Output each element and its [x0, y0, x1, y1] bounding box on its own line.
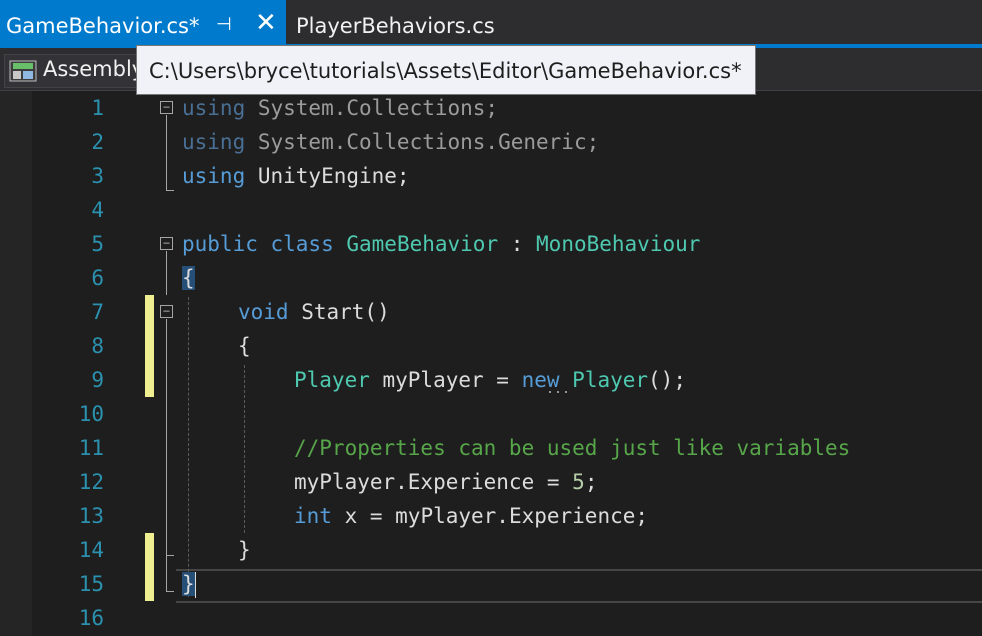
code-token: ; [584, 470, 598, 494]
line-number: 12 [78, 470, 104, 494]
indent-guide [244, 365, 245, 533]
code-token: myPlayer = [369, 368, 522, 392]
code-line: } [238, 533, 251, 567]
line-number: 13 [78, 504, 104, 528]
code-token: Start() [288, 300, 390, 324]
csharp-project-icon [9, 60, 37, 82]
indent-guide [188, 297, 189, 597]
code-line: myPlayer.Experience = 5; [294, 465, 597, 499]
line-number: 6 [91, 266, 104, 290]
code-token: System.Collections.Generic; [245, 130, 600, 154]
code-token: GameBehavior [346, 232, 499, 256]
code-token: 5 [572, 470, 585, 494]
line-number: 3 [91, 164, 104, 188]
line-number: 10 [78, 402, 104, 426]
suggestion-dots[interactable] [546, 391, 570, 393]
line-number: 5 [91, 232, 104, 256]
tab-label: PlayerBehaviors.cs [296, 14, 495, 38]
line-number: 7 [91, 300, 104, 324]
fold-guide [166, 591, 174, 592]
code-token: using [182, 164, 246, 188]
matched-brace: { [182, 266, 195, 290]
code-line: public class GameBehavior : MonoBehaviou… [182, 227, 700, 261]
close-icon[interactable]: ✕ [255, 3, 277, 43]
fold-guide [166, 251, 167, 295]
code-token: using [182, 130, 246, 154]
line-number: 9 [91, 368, 104, 392]
tab-playerbehaviors[interactable]: PlayerBehaviors.cs [296, 6, 495, 46]
change-marker [145, 533, 154, 601]
code-token: System.Collections; [245, 96, 499, 120]
code-token: new [521, 368, 560, 392]
code-token: MonoBehaviour [536, 232, 701, 256]
code-token: } [238, 538, 251, 562]
fold-guide [166, 319, 167, 591]
project-label: Assembly [43, 57, 145, 81]
code-token: void [238, 300, 289, 324]
code-token: myPlayer.Experience = [294, 470, 573, 494]
editor-margin [0, 91, 32, 636]
code-line: using UnityEngine; [182, 159, 410, 193]
code-line: //Properties can be used just like varia… [294, 431, 850, 465]
code-line: using System.Collections; [182, 91, 498, 125]
fold-guide [166, 555, 174, 556]
matched-brace: } [182, 572, 195, 596]
code-token: : [498, 232, 537, 256]
line-number: 4 [91, 198, 104, 222]
collapse-icon[interactable]: − [160, 101, 173, 114]
line-number: 14 [78, 538, 104, 562]
code-token: using [182, 96, 246, 120]
change-marker [145, 295, 154, 397]
code-line: } [182, 567, 196, 601]
text-cursor [194, 572, 196, 598]
tab-strip: GameBehavior.cs* ⊣ ✕ PlayerBehaviors.cs [0, 0, 982, 44]
fold-guide [166, 115, 167, 191]
code-line: using System.Collections.Generic; [182, 125, 599, 159]
pin-icon[interactable]: ⊣ [216, 5, 232, 45]
line-number: 16 [78, 606, 104, 630]
code-token: UnityEngine; [245, 164, 410, 188]
line-number: 1 [91, 96, 104, 120]
fold-guide [166, 190, 174, 191]
code-line: Player myPlayer = new Player(); [294, 363, 686, 397]
code-token: class [257, 232, 347, 256]
line-number: 2 [91, 130, 104, 154]
collapse-icon[interactable]: − [160, 305, 173, 318]
code-token: { [238, 334, 251, 358]
code-token: Player [572, 368, 649, 392]
line-number: 11 [78, 436, 104, 460]
tab-label: GameBehavior.cs* [6, 14, 200, 38]
code-token: x = myPlayer.Experience; [331, 504, 649, 528]
collapse-icon[interactable]: − [160, 237, 173, 250]
code-token: int [294, 504, 332, 528]
file-path-tooltip: C:\Users\bryce\tutorials\Assets\Editor\G… [136, 45, 756, 95]
line-number: 8 [91, 334, 104, 358]
code-line: int x = myPlayer.Experience; [294, 499, 648, 533]
code-editor[interactable]: 1 2 3 4 5 6 7 8 9 10 11 12 13 14 15 16 −… [0, 91, 982, 636]
code-token: (); [648, 368, 686, 392]
code-line: { [238, 329, 251, 363]
code-token: Player [294, 368, 370, 392]
tab-gamebehavior[interactable]: GameBehavior.cs* ⊣ ✕ [0, 0, 286, 44]
code-line: void Start() [238, 295, 390, 329]
tooltip-text: C:\Users\bryce\tutorials\Assets\Editor\G… [149, 59, 742, 83]
line-number: 15 [78, 572, 104, 596]
current-line-highlight [176, 569, 982, 603]
code-line: { [182, 261, 195, 295]
code-token: public [182, 232, 258, 256]
code-comment: //Properties can be used just like varia… [294, 436, 851, 460]
